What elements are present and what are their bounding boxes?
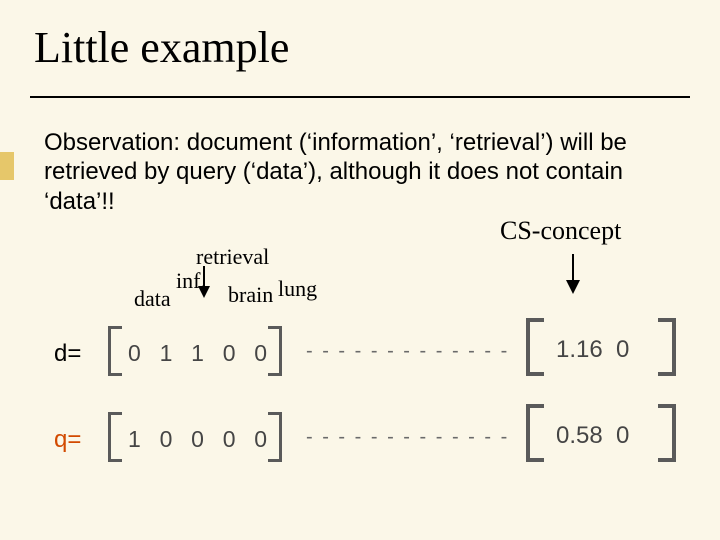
cs-concept-label: CS-concept	[500, 216, 621, 246]
q-vector-2d: 0.58 0	[556, 422, 629, 450]
d-vector-5d: 0 1 1 0 0	[128, 340, 269, 367]
q-vector-5d: 1 0 0 0 0	[128, 426, 269, 453]
side-accent	[0, 152, 14, 180]
bracket-left-icon	[108, 412, 122, 462]
projection-arrow-d: - - - - - - - - - - - - -	[306, 340, 509, 363]
bracket-left-icon	[526, 404, 544, 462]
bracket-right-icon	[268, 412, 282, 462]
slide-title: Little example	[34, 22, 289, 73]
observation-text: Observation: document (‘information’, ‘r…	[44, 128, 694, 216]
word-lung: lung	[278, 276, 317, 302]
bracket-left-icon	[108, 326, 122, 376]
bracket-right-icon	[268, 326, 282, 376]
q-label: q=	[54, 426, 81, 454]
bracket-right-icon	[658, 404, 676, 462]
d-label: d=	[54, 340, 81, 368]
d-vector-2d: 1.16 0	[556, 336, 629, 364]
small-down-arrow-icon	[196, 264, 212, 300]
title-underline	[30, 96, 690, 98]
down-arrow-icon	[562, 252, 584, 296]
slide: Little example Observation: document (‘i…	[0, 0, 720, 540]
bracket-left-icon	[526, 318, 544, 376]
word-brain: brain	[228, 282, 273, 308]
projection-arrow-q: - - - - - - - - - - - - -	[306, 426, 509, 449]
word-data: data	[134, 286, 171, 312]
bracket-right-icon	[658, 318, 676, 376]
vector-labels-diagram: data inf. retrieval brain lung	[134, 240, 394, 314]
